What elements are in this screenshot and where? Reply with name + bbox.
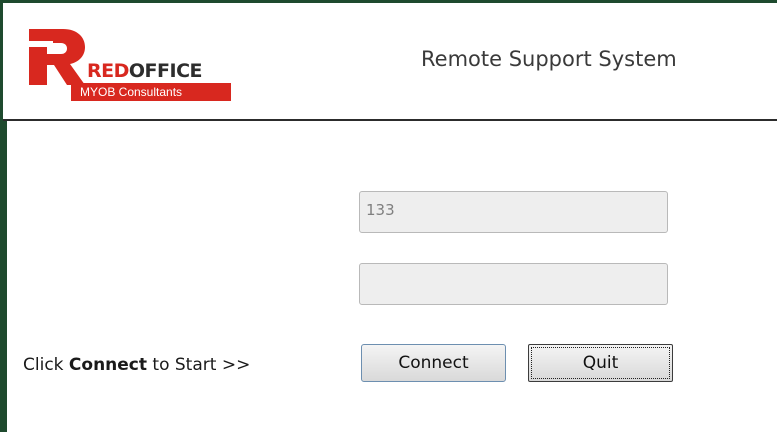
hint-bold: Connect <box>68 355 148 375</box>
secondary-field[interactable] <box>359 263 668 305</box>
logo-brand-text: REDOFFICE <box>87 60 203 82</box>
connect-hint: Click Connect to Start >> <box>23 355 250 375</box>
connect-button[interactable]: Connect <box>361 344 506 382</box>
quit-button[interactable]: Quit <box>528 344 673 382</box>
logo-brand-dark: OFFICE <box>128 60 203 82</box>
logo-r-mark <box>23 29 85 85</box>
logo-tagline: MYOB Consultants <box>71 83 231 101</box>
app-window: REDOFFICE MYOB Consultants Remote Suppor… <box>3 3 777 432</box>
hint-prefix: Click <box>23 355 69 375</box>
window-left-border <box>3 121 7 432</box>
session-id-field[interactable]: 133 <box>359 191 668 233</box>
redoffice-logo: REDOFFICE MYOB Consultants <box>23 27 333 115</box>
header: REDOFFICE MYOB Consultants Remote Suppor… <box>3 3 777 121</box>
hint-suffix: to Start >> <box>147 355 251 375</box>
app-title: Remote Support System <box>421 47 677 71</box>
quit-button-label: Quit <box>531 347 670 379</box>
logo-brand-red: RED <box>87 60 129 82</box>
